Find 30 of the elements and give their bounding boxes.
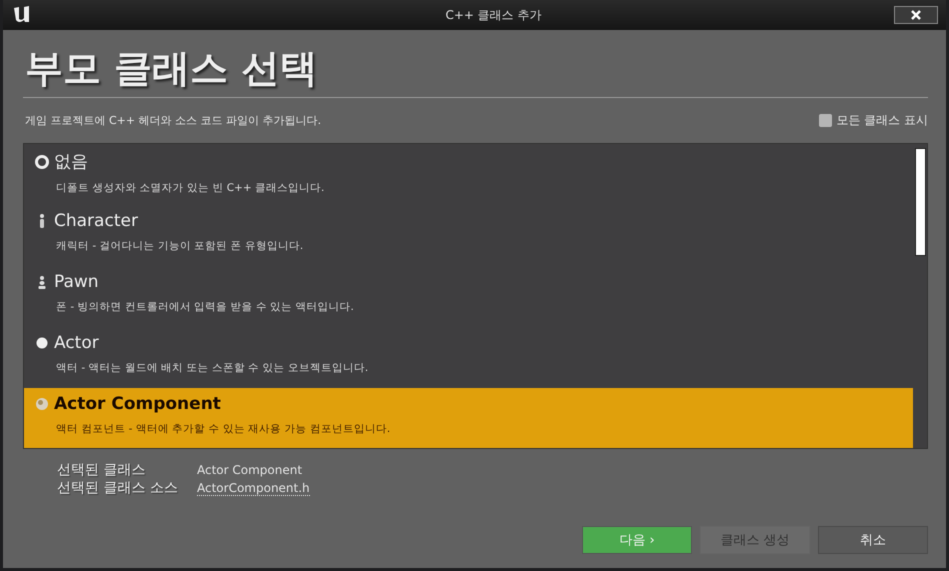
class-item[interactable]: 없음 디폴트 생성자와 소멸자가 있는 빈 C++ 클래스입니다. (24, 144, 913, 206)
description-text: 게임 프로젝트에 C++ 헤더와 소스 코드 파일이 추가됩니다. (25, 113, 322, 128)
show-all-checkbox[interactable]: 모든 클래스 표시 (819, 112, 928, 130)
selected-class-label: 선택된 클래스 (57, 461, 146, 480)
selected-class-value: Actor Component (197, 463, 304, 478)
class-name: Actor (54, 332, 99, 353)
selected-source-label: 선택된 클래스 소스 (57, 479, 179, 498)
class-description: 액터 컴포넌트 - 액터에 추가할 수 있는 재사용 가능 컴포넌트입니다. (56, 422, 392, 436)
class-item[interactable]: Actor 액터 - 액터는 월드에 배치 또는 스폰할 수 있는 오브젝트입니다. (24, 326, 913, 388)
close-button[interactable] (894, 6, 938, 24)
ring-icon (34, 154, 50, 170)
class-name: Character (54, 211, 138, 232)
class-item[interactable]: Character 캐릭터 - 걸어다니는 기능이 포함된 폰 유형입니다. (24, 205, 913, 266)
source-file-link[interactable]: ActorComponent.h (197, 480, 310, 496)
dialog-button[interactable]: 취소 (818, 526, 928, 554)
scrollbar-thumb[interactable] (914, 148, 926, 256)
class-description: 액터 - 액터는 월드에 배치 또는 스폰할 수 있는 오브젝트입니다. (56, 360, 370, 375)
class-item[interactable]: Actor Component 액터 컴포넌트 - 액터에 추가할 수 있는 재사용 가능 컴포넌트입니다. (24, 388, 913, 448)
class-name: Actor Component (54, 394, 221, 414)
class-name: Pawn (54, 272, 99, 292)
class-item[interactable]: Pawn 폰 - 빙의하면 컨트롤러에서 입력을 받을 수 있는 액터입니다. (24, 266, 913, 327)
close-icon (910, 9, 922, 21)
class-description: 폰 - 빙의하면 컨트롤러에서 입력을 받을 수 있는 액터입니다. (56, 300, 355, 314)
page-heading: 부모 클래스 선택 (25, 45, 318, 92)
class-description: 디폴트 생성자와 소멸자가 있는 빈 C++ 클래스입니다. (56, 181, 326, 196)
window-title: C++ 클래스 추가 (444, 6, 543, 24)
component-icon (34, 396, 50, 412)
class-name: 없음 (54, 151, 88, 174)
class-description: 캐릭터 - 걸어다니는 기능이 포함된 폰 유형입니다. (56, 239, 304, 254)
sphere-icon (34, 334, 50, 351)
